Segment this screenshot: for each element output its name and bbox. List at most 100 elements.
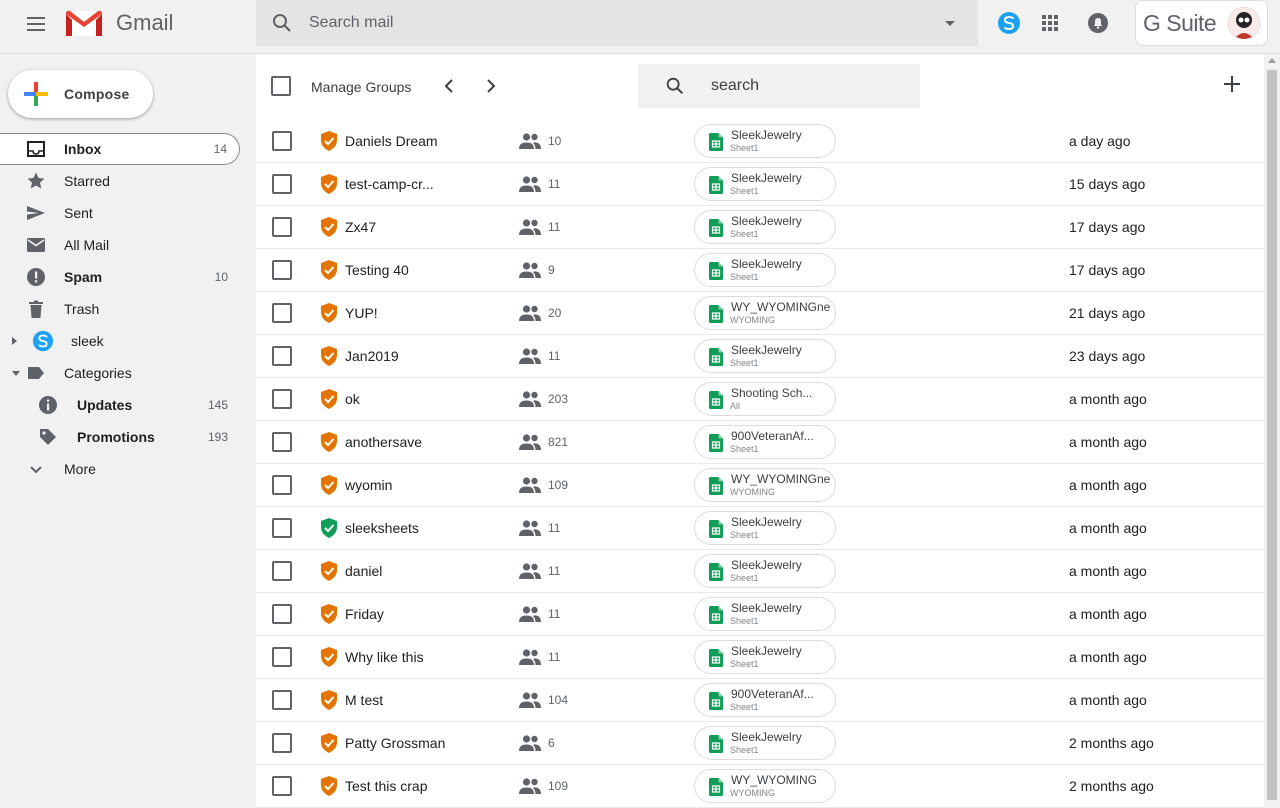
search-icon[interactable] — [664, 75, 686, 97]
sheet-chip[interactable]: SleekJewelry Sheet1 — [694, 597, 836, 631]
table-row[interactable]: test-camp-cr... 11 SleekJewelry Sheet1 15 da… — [256, 163, 1264, 206]
sidebar-item-sent[interactable]: Sent — [0, 197, 240, 229]
scroll-up-arrow[interactable] — [1268, 58, 1276, 63]
table-row[interactable]: YUP! 20 WY_WYOMINGne... WYOMING 21 days ago — [256, 292, 1264, 335]
row-checkbox[interactable] — [272, 260, 292, 280]
people-icon — [519, 434, 541, 450]
last-modified-time: a month ago — [1069, 692, 1147, 708]
row-checkbox[interactable] — [272, 131, 292, 151]
shield-check-icon — [321, 389, 337, 409]
sidebar-item-categories[interactable]: Categories — [0, 357, 240, 389]
group-search-input[interactable]: search — [711, 77, 759, 95]
sheet-chip[interactable]: SleekJewelry Sheet1 — [694, 124, 836, 158]
search-icon[interactable] — [270, 11, 294, 35]
table-row[interactable]: daniel 11 SleekJewelry Sheet1 a month ago — [256, 550, 1264, 593]
table-row[interactable]: wyomin 109 WY_WYOMINGne... WYOMING a month a… — [256, 464, 1264, 507]
row-checkbox[interactable] — [272, 690, 292, 710]
collapse-arrow-icon[interactable] — [12, 370, 20, 376]
sheet-tab-name: Sheet1 — [730, 358, 759, 368]
row-checkbox[interactable] — [272, 217, 292, 237]
search-input[interactable]: Search mail — [309, 14, 945, 32]
scroll-thumb[interactable] — [1267, 70, 1277, 800]
row-checkbox[interactable] — [272, 776, 292, 796]
last-modified-time: 2 months ago — [1069, 778, 1154, 794]
sheet-chip[interactable]: WY_WYOMINGne... WYOMING — [694, 468, 836, 502]
row-checkbox[interactable] — [272, 174, 292, 194]
table-row[interactable]: Why like this 11 SleekJewelry Sheet1 a month… — [256, 636, 1264, 679]
sheet-chip[interactable]: WY_WYOMING WYOMING — [694, 769, 836, 803]
sheet-name: SleekJewelry — [731, 257, 802, 271]
sidebar-item-inbox[interactable]: Inbox 14 — [0, 133, 240, 165]
search-mail-bar[interactable]: Search mail — [256, 0, 978, 46]
last-modified-time: a month ago — [1069, 563, 1147, 579]
sheet-chip[interactable]: SleekJewelry Sheet1 — [694, 339, 836, 373]
notifications-icon[interactable] — [1086, 11, 1110, 35]
sheet-chip[interactable]: SleekJewelry Sheet1 — [694, 253, 836, 287]
sidebar-item-updates[interactable]: Updates 145 — [0, 389, 240, 421]
main-menu-button[interactable] — [24, 13, 48, 37]
top-bar: Gmail Search mail G Suite — [0, 0, 1280, 54]
table-row[interactable]: ok 203 Shooting Sch... All a month ago — [256, 378, 1264, 421]
sidebar-item-more[interactable]: More — [0, 453, 240, 485]
row-checkbox[interactable] — [272, 733, 292, 753]
sheet-name: 900VeteranAf... — [731, 429, 814, 443]
gsuite-account-box[interactable]: G Suite — [1135, 0, 1268, 46]
row-checkbox[interactable] — [272, 518, 292, 538]
group-search-box[interactable]: search — [638, 64, 920, 108]
sheet-chip[interactable]: 900VeteranAf... Sheet1 — [694, 425, 836, 459]
table-row[interactable]: Daniels Dream 10 SleekJewelry Sheet1 a day a… — [256, 120, 1264, 163]
sidebar-item-all-mail[interactable]: All Mail — [0, 229, 240, 261]
row-checkbox[interactable] — [272, 389, 292, 409]
expand-arrow-icon[interactable] — [12, 337, 17, 345]
compose-button[interactable]: Compose — [8, 70, 153, 118]
row-checkbox[interactable] — [272, 346, 292, 366]
sheet-chip[interactable]: SleekJewelry Sheet1 — [694, 554, 836, 588]
table-row[interactable]: sleeksheets 11 SleekJewelry Sheet1 a month a… — [256, 507, 1264, 550]
sheet-name: SleekJewelry — [731, 644, 802, 658]
chevron-left-icon[interactable] — [440, 76, 460, 96]
add-group-icon[interactable] — [1222, 74, 1242, 94]
table-row[interactable]: Test this crap 109 WY_WYOMING WYOMING 2 mont… — [256, 765, 1264, 808]
chevron-right-icon[interactable] — [480, 76, 500, 96]
row-checkbox[interactable] — [272, 303, 292, 323]
search-options-icon[interactable] — [945, 20, 955, 26]
sidebar-item-sleek[interactable]: sleek — [0, 325, 240, 357]
sheet-chip[interactable]: SleekJewelry Sheet1 — [694, 210, 836, 244]
row-checkbox[interactable] — [272, 647, 292, 667]
sleek-logo-icon[interactable] — [997, 11, 1021, 35]
sheet-chip[interactable]: 900VeteranAf... Sheet1 — [694, 683, 836, 717]
avatar[interactable] — [1228, 7, 1260, 39]
table-row[interactable]: Jan2019 11 SleekJewelry Sheet1 23 days ago — [256, 335, 1264, 378]
manage-groups-button[interactable]: Manage Groups — [311, 79, 411, 95]
sidebar-item-trash[interactable]: Trash — [0, 293, 240, 325]
table-row[interactable]: Zx47 11 SleekJewelry Sheet1 17 days ago — [256, 206, 1264, 249]
scrollbar[interactable] — [1264, 54, 1280, 800]
sheet-chip[interactable]: SleekJewelry Sheet1 — [694, 167, 836, 201]
sheet-name: Shooting Sch... — [731, 386, 813, 400]
label-icon — [28, 367, 44, 379]
sheet-tab-name: Sheet1 — [730, 272, 759, 282]
sheet-chip[interactable]: WY_WYOMINGne... WYOMING — [694, 296, 836, 330]
table-row[interactable]: Testing 40 9 SleekJewelry Sheet1 17 days ago — [256, 249, 1264, 292]
row-checkbox[interactable] — [272, 432, 292, 452]
sheet-chip[interactable]: Shooting Sch... All — [694, 382, 836, 416]
recipient-count: 104 — [548, 693, 569, 707]
table-row[interactable]: M test 104 900VeteranAf... Sheet1 a month ag… — [256, 679, 1264, 722]
apps-grid-icon[interactable] — [1038, 11, 1062, 35]
sheet-chip[interactable]: SleekJewelry Sheet1 — [694, 726, 836, 760]
table-row[interactable]: Patty Grossman 6 SleekJewelry Sheet1 2 month… — [256, 722, 1264, 765]
table-row[interactable]: anothersave 821 900VeteranAf... Sheet1 a mon… — [256, 421, 1264, 464]
sidebar-item-spam[interactable]: Spam 10 — [0, 261, 240, 293]
sheet-chip[interactable]: SleekJewelry Sheet1 — [694, 511, 836, 545]
table-row[interactable]: Friday 11 SleekJewelry Sheet1 a month ago — [256, 593, 1264, 636]
row-checkbox[interactable] — [272, 475, 292, 495]
group-name: Test this crap — [345, 778, 428, 794]
sidebar-item-promotions[interactable]: Promotions 193 — [0, 421, 240, 453]
row-checkbox[interactable] — [272, 604, 292, 624]
sidebar-item-starred[interactable]: Starred — [0, 165, 240, 197]
row-checkbox[interactable] — [272, 561, 292, 581]
select-all-checkbox[interactable] — [271, 76, 291, 96]
sheet-chip[interactable]: SleekJewelry Sheet1 — [694, 640, 836, 674]
gmail-logo[interactable]: Gmail — [64, 8, 173, 38]
group-name: Patty Grossman — [345, 735, 446, 751]
